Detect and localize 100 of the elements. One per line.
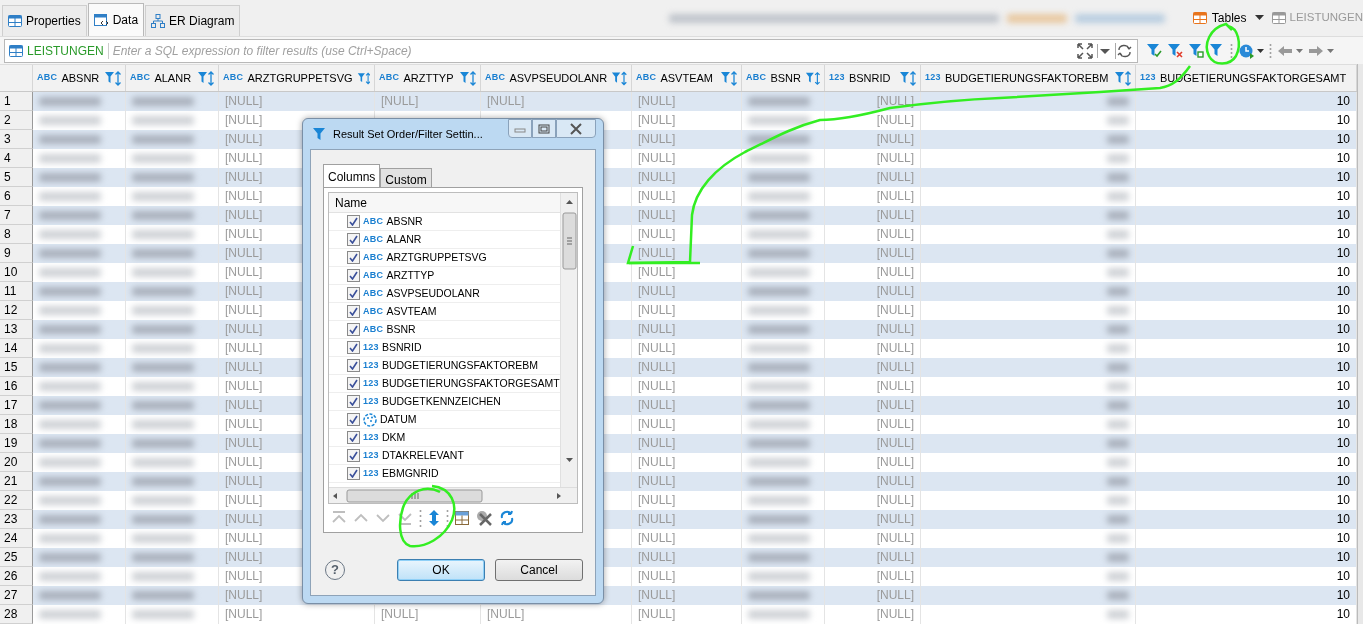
checkbox[interactable] bbox=[347, 359, 360, 372]
filter-sort-icon[interactable] bbox=[899, 70, 916, 86]
table-icon[interactable] bbox=[455, 511, 469, 525]
filter-sort-icon[interactable] bbox=[804, 70, 820, 86]
checkbox[interactable] bbox=[347, 377, 360, 390]
table-cell: 10 bbox=[1336, 265, 1350, 279]
sort-arrows-icon[interactable] bbox=[428, 509, 440, 527]
row-number: 13 bbox=[0, 320, 33, 339]
filter-sort-icon[interactable] bbox=[611, 70, 627, 86]
table-cell: [NULL] bbox=[225, 94, 263, 108]
close-button[interactable] bbox=[556, 119, 596, 138]
refresh-icon[interactable] bbox=[499, 510, 515, 526]
table-cell: 10 bbox=[1336, 531, 1350, 545]
delete-icon[interactable] bbox=[475, 509, 493, 527]
table-cell: 10 bbox=[1336, 474, 1350, 488]
row-number: 12 bbox=[0, 301, 33, 320]
filter-sort-icon[interactable] bbox=[104, 70, 121, 86]
table-cell: [NULL] bbox=[638, 284, 676, 298]
table-cell: 10 bbox=[1336, 417, 1350, 431]
column-header[interactable]: ASVTEAM bbox=[660, 69, 713, 87]
diagram-icon bbox=[151, 14, 166, 28]
checkbox[interactable] bbox=[347, 449, 360, 462]
back-arrow-icon[interactable] bbox=[1277, 43, 1303, 58]
filter-sort-icon[interactable] bbox=[459, 70, 476, 86]
cancel-button[interactable]: Cancel bbox=[495, 559, 583, 581]
row-number: 18 bbox=[0, 415, 33, 434]
checkbox[interactable] bbox=[347, 305, 360, 318]
table-cell: [NULL] bbox=[876, 417, 914, 431]
filter-sort-icon[interactable] bbox=[197, 70, 214, 86]
table-cell: [NULL] bbox=[638, 569, 676, 583]
table-cell: [NULL] bbox=[638, 512, 676, 526]
maximize-icon[interactable] bbox=[1077, 42, 1093, 59]
checkbox[interactable] bbox=[347, 269, 360, 282]
dialog-tab[interactable]: Custom bbox=[380, 168, 432, 187]
table-cell: [NULL] bbox=[225, 227, 263, 241]
checkbox[interactable] bbox=[347, 323, 360, 336]
row-number: 1 bbox=[0, 92, 33, 111]
table-cell: [NULL] bbox=[876, 170, 914, 184]
checkbox[interactable] bbox=[347, 233, 360, 246]
refresh-icon[interactable] bbox=[1115, 42, 1133, 59]
column-header[interactable]: BSNRID bbox=[848, 69, 891, 87]
table-cell: [NULL] bbox=[225, 588, 263, 602]
breadcrumb-link[interactable]: Tables bbox=[1192, 9, 1247, 27]
column-header[interactable]: BSNR bbox=[770, 69, 801, 87]
table-cell: [NULL] bbox=[638, 132, 676, 146]
ok-button[interactable]: OK bbox=[397, 559, 485, 581]
row-number: 3 bbox=[0, 130, 33, 149]
table-cell: [NULL] bbox=[225, 322, 263, 336]
checkbox[interactable] bbox=[347, 413, 360, 426]
filter-save-icon[interactable] bbox=[1188, 43, 1204, 58]
maximize-button[interactable] bbox=[532, 119, 556, 138]
filter-sort-icon[interactable] bbox=[356, 70, 370, 86]
filter-sort-icon[interactable] bbox=[1114, 70, 1131, 86]
table-cell: [NULL] bbox=[638, 208, 676, 222]
editor-tab[interactable]: Properties bbox=[2, 5, 87, 36]
column-header[interactable]: ALANR bbox=[154, 69, 192, 87]
forward-arrow-icon[interactable] bbox=[1308, 43, 1334, 58]
type-label: 123 bbox=[363, 448, 379, 462]
column-name: DATUM bbox=[380, 411, 417, 427]
column-header[interactable]: ARZTTYP bbox=[403, 69, 454, 87]
column-name: ABSNR bbox=[386, 213, 423, 229]
checkbox[interactable] bbox=[347, 251, 360, 264]
table-cell: [NULL] bbox=[381, 607, 419, 621]
filter-clear-icon[interactable] bbox=[1167, 43, 1183, 58]
caret-icon[interactable] bbox=[1254, 15, 1264, 21]
checkbox[interactable] bbox=[347, 215, 360, 228]
checkbox[interactable] bbox=[347, 467, 360, 480]
table-cell: [NULL] bbox=[876, 246, 914, 260]
vertical-scrollbar[interactable] bbox=[1357, 64, 1363, 624]
column-header[interactable]: ASVPSEUDOLANR bbox=[509, 69, 608, 87]
checkbox[interactable] bbox=[347, 287, 360, 300]
checkbox[interactable] bbox=[347, 431, 360, 444]
checkbox[interactable] bbox=[347, 341, 360, 354]
editor-tab[interactable]: ER Diagram bbox=[145, 5, 241, 36]
table-cell: [NULL] bbox=[876, 512, 914, 526]
timer-icon[interactable] bbox=[1238, 42, 1264, 59]
column-header[interactable]: ARZTGRUPPETSVG bbox=[247, 69, 353, 87]
table-cell: [NULL] bbox=[876, 208, 914, 222]
table-cell: [NULL] bbox=[876, 360, 914, 374]
row-number: 28 bbox=[0, 605, 33, 624]
dialog-tab[interactable]: Columns bbox=[323, 164, 381, 187]
table-cell: 10 bbox=[1336, 189, 1350, 203]
table-cell: [NULL] bbox=[225, 113, 263, 127]
type-label: ABC bbox=[363, 268, 384, 282]
vertical-scrollbar[interactable] bbox=[560, 193, 577, 489]
table-cell: 10 bbox=[1336, 588, 1350, 602]
type-label: 123 bbox=[363, 376, 379, 390]
column-header[interactable]: BUDGETIERUNGSFAKTOREBM bbox=[944, 69, 1109, 87]
filter-sort-icon[interactable] bbox=[720, 70, 737, 86]
dropdown-icon[interactable] bbox=[1097, 43, 1111, 58]
table-cell: [NULL] bbox=[876, 132, 914, 146]
horizontal-scrollbar[interactable] bbox=[329, 487, 577, 503]
minimize-button[interactable] bbox=[508, 119, 532, 138]
filter-settings-icon[interactable] bbox=[1209, 43, 1225, 58]
filter-apply-icon[interactable] bbox=[1146, 43, 1162, 58]
filter-field[interactable]: LEISTUNGEN Enter a SQL expression to filter results (use Ctrl+Space) bbox=[4, 38, 1138, 63]
checkbox[interactable] bbox=[347, 395, 360, 408]
editor-tab[interactable]: Data bbox=[87, 3, 145, 36]
table-cell: [NULL] bbox=[225, 284, 263, 298]
column-header[interactable]: ABSNR bbox=[61, 69, 100, 87]
